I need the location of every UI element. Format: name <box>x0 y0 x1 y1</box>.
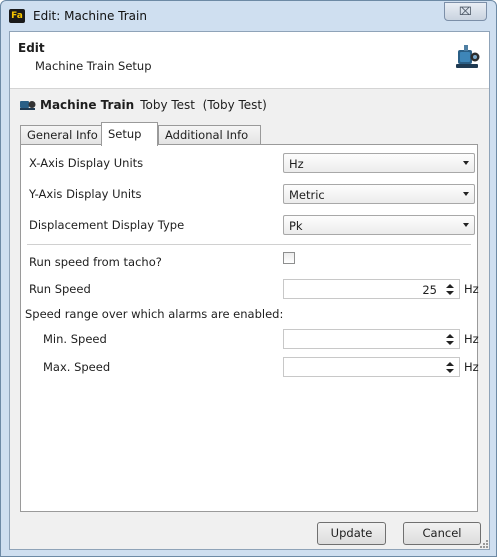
run-speed-unit: Hz <box>464 282 479 296</box>
run-speed-tacho-checkbox[interactable] <box>283 252 295 264</box>
spinner-arrows-icon[interactable] <box>445 360 455 375</box>
max-speed-input[interactable] <box>283 357 460 377</box>
title-bar[interactable]: Fa Edit: Machine Train ⌧ <box>1 1 496 31</box>
y-axis-units-value: Metric <box>289 188 325 202</box>
run-speed-input[interactable]: 25 <box>283 279 460 299</box>
close-button[interactable]: ⌧ <box>444 2 487 21</box>
min-speed-label: Min. Speed <box>43 332 107 346</box>
spinner-arrows-icon[interactable] <box>445 282 455 297</box>
tab-setup[interactable]: Setup <box>101 122 158 146</box>
update-button[interactable]: Update <box>317 522 386 545</box>
x-axis-units-select[interactable]: Hz <box>283 153 475 173</box>
min-speed-unit: Hz <box>464 332 479 346</box>
chevron-down-icon <box>463 192 469 196</box>
y-axis-units-select[interactable]: Metric <box>283 184 475 204</box>
chevron-down-icon <box>463 223 469 227</box>
dialog-client-area: Edit Machine Train Setup Machine Train To… <box>9 31 490 550</box>
machine-train-label: Machine Train <box>40 98 135 112</box>
displacement-type-value: Pk <box>289 219 303 233</box>
resize-grip-icon[interactable] <box>480 540 488 548</box>
dialog-heading: Edit <box>18 41 45 55</box>
tab-general-info[interactable]: General Info <box>20 125 102 145</box>
machine-train-detail: (Toby Test) <box>202 98 267 112</box>
tab-additional-info[interactable]: Additional Info <box>158 125 261 145</box>
min-speed-input[interactable] <box>283 329 460 349</box>
spinner-arrows-icon[interactable] <box>445 332 455 347</box>
displacement-type-select[interactable]: Pk <box>283 215 475 235</box>
cancel-button[interactable]: Cancel <box>403 522 481 545</box>
machine-train-line: Machine Train Toby Test (Toby Test) <box>20 98 267 112</box>
run-speed-value: 25 <box>422 283 437 297</box>
window-title: Edit: Machine Train <box>33 9 147 23</box>
chevron-down-icon <box>463 161 469 165</box>
dialog-window: Fa Edit: Machine Train ⌧ Edit Machine Tr… <box>0 0 497 557</box>
machine-train-icon <box>20 101 36 110</box>
alarm-range-label: Speed range over which alarms are enable… <box>25 307 284 321</box>
dialog-header: Edit Machine Train Setup <box>10 32 489 89</box>
machine-train-icon <box>456 45 480 68</box>
max-speed-unit: Hz <box>464 360 479 374</box>
displacement-type-label: Displacement Display Type <box>29 218 185 232</box>
run-speed-tacho-label: Run speed from tacho? <box>29 255 162 269</box>
divider <box>27 244 471 245</box>
run-speed-label: Run Speed <box>29 282 91 296</box>
machine-train-name: Toby Test <box>140 98 196 112</box>
x-axis-units-label: X-Axis Display Units <box>29 156 144 170</box>
max-speed-label: Max. Speed <box>43 360 111 374</box>
close-icon: ⌧ <box>459 5 472 18</box>
y-axis-units-label: Y-Axis Display Units <box>29 187 142 201</box>
dialog-subheading: Machine Train Setup <box>35 59 152 73</box>
x-axis-units-value: Hz <box>289 157 304 171</box>
setup-panel: X-Axis Display Units Hz Y-Axis Display U… <box>20 144 479 512</box>
app-icon: Fa <box>9 9 25 23</box>
